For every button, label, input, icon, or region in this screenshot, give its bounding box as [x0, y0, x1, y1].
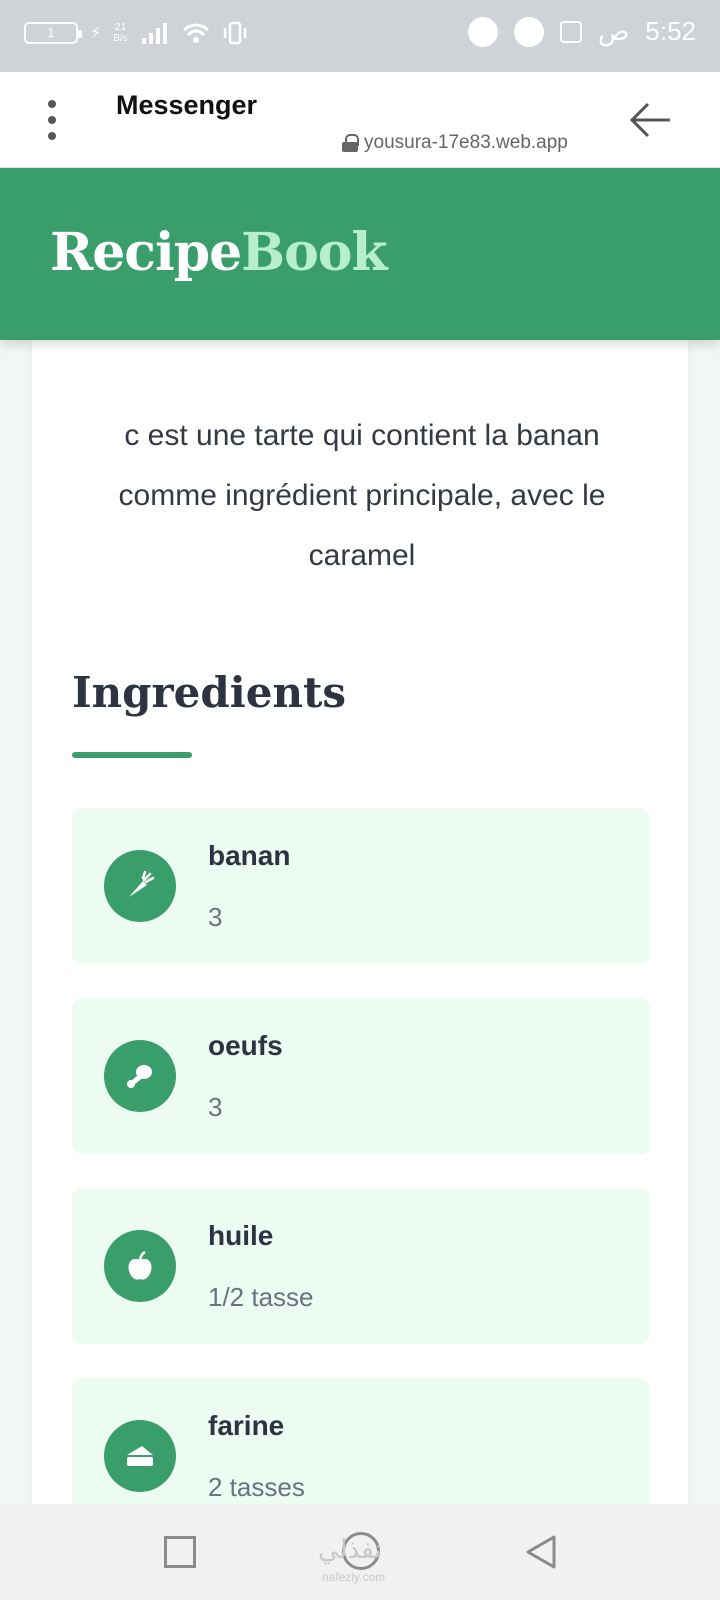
ingredient-quantity: 1/2 tasse: [208, 1282, 314, 1312]
ingredient-item: huile 1/2 tasse: [72, 1188, 650, 1344]
messenger-icon: [513, 16, 544, 47]
brand-book: Book: [241, 222, 387, 283]
watermark: نفذلي: [318, 1534, 382, 1564]
wifi-icon: [182, 23, 209, 43]
more-options-icon[interactable]: [44, 100, 60, 144]
browser-url: yousura-17e83.web.app: [342, 132, 568, 154]
status-bar: 1 ⚡ 21 B/s ص 5:52: [0, 0, 720, 72]
net-speed-unit: B/s: [113, 33, 128, 44]
url-text: yousura-17e83.web.app: [364, 132, 568, 153]
cheese-icon: [104, 1420, 176, 1492]
recents-button[interactable]: [164, 1536, 196, 1568]
watermark-url: nafezly.com: [322, 1570, 386, 1584]
signal-icon: [141, 23, 167, 44]
ingredient-name: huile: [208, 1220, 274, 1251]
ingredient-name: banan: [208, 840, 291, 871]
ingredient-item: farine 2 tasses: [72, 1378, 650, 1504]
ingredient-quantity: 3: [208, 1092, 223, 1122]
ingredient-name: oeufs: [208, 1030, 283, 1061]
ingredients-list: banan 3 oeufs 3 huile 1/2 tasse farine 2…: [72, 808, 650, 1504]
browser-title: Messenger: [116, 90, 258, 120]
vibrate-icon: [223, 21, 246, 45]
system-nav-bar: نفذلي nafezly.com: [0, 1504, 720, 1600]
section-underline: [72, 752, 192, 758]
carrot-icon: [104, 850, 176, 922]
ingredient-name: farine: [208, 1410, 285, 1441]
battery-icon: 1: [24, 22, 82, 44]
brand-recipe: Recipe: [50, 222, 242, 283]
ingredient-item: oeufs 3: [72, 998, 650, 1154]
content-area: c est une tarte qui contient la banan co…: [0, 340, 720, 1504]
time-period: ص: [597, 16, 630, 46]
net-speed: 21 B/s: [113, 22, 127, 44]
ingredient-item: banan 3: [72, 808, 650, 964]
status-right: ص 5:52: [467, 16, 696, 47]
app-header: RecipeBook: [0, 168, 720, 340]
recipe-description: c est une tarte qui contient la banan co…: [118, 419, 606, 572]
brand-logo[interactable]: RecipeBook: [50, 222, 388, 283]
browser-bar: Messenger yousura-17e83.web.app: [0, 72, 720, 168]
battery-level: 1: [47, 25, 55, 40]
net-speed-value: 21: [114, 22, 127, 33]
status-left: 1 ⚡ 21 B/s: [24, 20, 248, 46]
recipe-card: c est une tarte qui contient la banan co…: [32, 340, 688, 1504]
charging-icon: ⚡: [90, 25, 102, 42]
app-notification-icon: [467, 16, 498, 47]
app-icon: [559, 20, 582, 43]
ingredient-quantity: 2 tasses: [208, 1472, 305, 1502]
ingredients-title: Ingredients: [72, 668, 347, 717]
back-arrow-icon[interactable]: [628, 100, 672, 140]
nav-back-button[interactable]: [524, 1534, 558, 1570]
lock-icon: [342, 134, 359, 152]
ingredient-quantity: 3: [208, 902, 223, 932]
drumstick-icon: [104, 1040, 176, 1112]
apple-icon: [104, 1230, 176, 1302]
clock: 5:52: [645, 16, 696, 46]
